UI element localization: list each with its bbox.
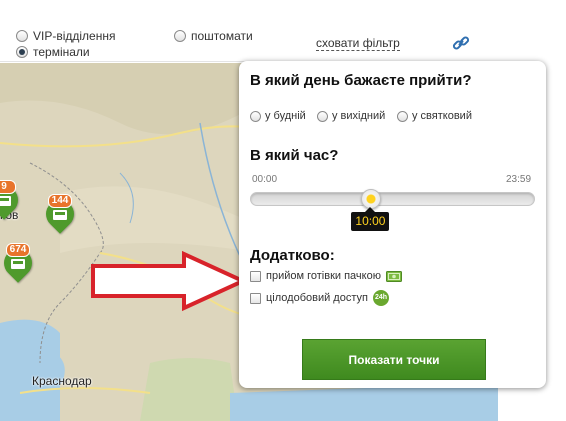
filter-bar: VIP-відділення поштомати термінали схова…: [0, 0, 498, 62]
show-points-button[interactable]: Показати точки: [302, 339, 486, 380]
radio-vip[interactable]: [16, 30, 28, 42]
radio-weekday[interactable]: [250, 110, 261, 122]
checkbox-cash[interactable]: [250, 270, 261, 282]
day-option-weekend[interactable]: у вихідний: [317, 110, 385, 122]
time-slider-track[interactable]: [250, 189, 535, 209]
marker-count-badge: 9: [0, 180, 16, 194]
extra-option-label: прийом готівки пачкою: [266, 270, 381, 282]
radio-parcel-lockers[interactable]: [174, 30, 186, 42]
red-arrow-icon: [91, 250, 248, 312]
filter-option-parcel-lockers[interactable]: поштомати: [174, 29, 253, 43]
day-option-holiday[interactable]: у святковий: [397, 110, 472, 122]
day-option-label: у святковий: [412, 110, 472, 122]
extra-option-cash[interactable]: прийом готівки пачкою: [250, 270, 402, 282]
filter-option-terminals[interactable]: термінали: [16, 45, 90, 59]
time-min-label: 00:00: [252, 174, 278, 185]
terminal-marker[interactable]: 674: [0, 243, 38, 283]
marker-count-badge: 144: [48, 194, 72, 208]
time-slider-tooltip: 10:00: [351, 207, 390, 231]
extra-option-24h[interactable]: цілодобовий доступ 24h: [250, 290, 389, 306]
radio-holiday[interactable]: [397, 110, 408, 122]
radio-terminals[interactable]: [16, 46, 28, 58]
time-question-title: В який час?: [250, 147, 339, 164]
link-icon[interactable]: [452, 34, 470, 52]
terminal-marker[interactable]: 144: [40, 194, 80, 234]
time-slider-handle[interactable]: [361, 189, 382, 209]
day-option-label: у вихідний: [332, 110, 386, 122]
extra-option-label: цілодобовий доступ: [266, 292, 368, 304]
marker-count-badge: 674: [6, 243, 30, 257]
filter-option-label: VIP-відділення: [33, 29, 116, 43]
24h-icon: 24h: [372, 290, 389, 306]
time-max-label: 23:59: [506, 174, 532, 185]
terminal-icon: [53, 210, 67, 220]
filter-option-label: термінали: [33, 45, 90, 59]
checkbox-24h[interactable]: [250, 292, 261, 304]
terminal-icon: [11, 259, 25, 269]
hide-filter-link[interactable]: сховати фільтр: [316, 36, 400, 51]
cash-icon: [385, 270, 402, 282]
extras-title: Додатково:: [250, 247, 335, 264]
day-option-label: у будній: [265, 110, 306, 122]
day-question-title: В який день бажаєте прийти?: [250, 72, 472, 89]
city-label: Краснодар: [32, 374, 92, 388]
filter-popup: В який день бажаєте прийти? у будній у в…: [239, 61, 546, 388]
filter-option-vip[interactable]: VIP-відділення: [16, 29, 115, 43]
terminal-marker[interactable]: 9: [0, 180, 24, 220]
filter-option-label: поштомати: [191, 29, 253, 43]
day-option-weekday[interactable]: у будній: [250, 110, 306, 122]
radio-weekend[interactable]: [317, 110, 328, 122]
terminal-icon: [0, 196, 11, 206]
